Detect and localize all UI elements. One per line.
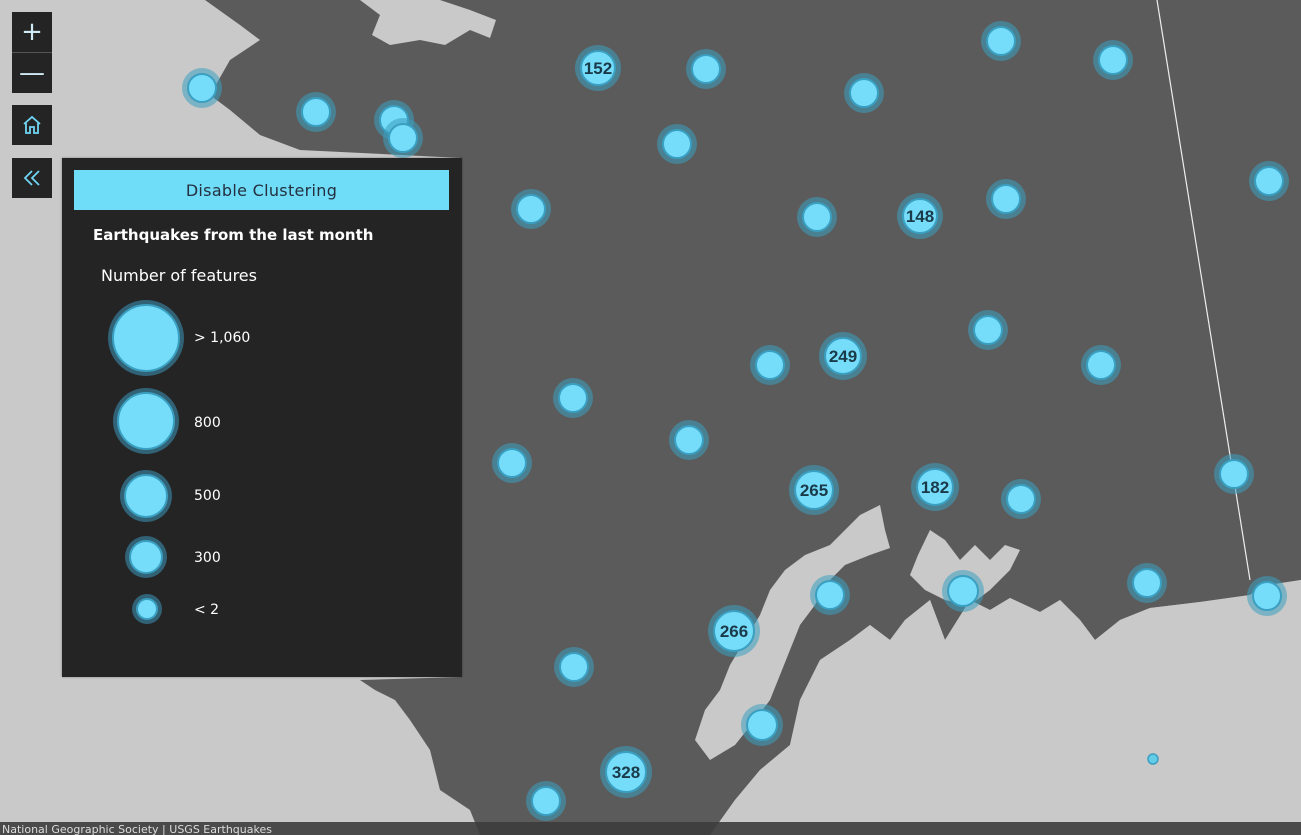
home-button[interactable] [12, 105, 52, 145]
cluster-marker[interactable] [1081, 345, 1121, 385]
legend-symbol-medium [124, 474, 168, 518]
cluster-marker[interactable] [981, 21, 1021, 61]
cluster-count-label: 148 [906, 207, 934, 226]
cluster-marker[interactable] [492, 443, 532, 483]
cluster-marker[interactable]: 182 [911, 463, 959, 511]
cluster-marker[interactable] [1127, 563, 1167, 603]
cluster-marker[interactable] [383, 118, 423, 158]
cluster-marker[interactable]: 266 [708, 605, 760, 657]
zoom-out-button[interactable]: — [12, 53, 52, 93]
cluster-marker[interactable]: 249 [819, 332, 867, 380]
zoom-in-button[interactable]: + [12, 12, 52, 52]
cluster-marker[interactable] [1247, 576, 1287, 616]
disable-clustering-button[interactable]: Disable Clustering [74, 170, 449, 210]
collapse-panel-button[interactable] [12, 158, 52, 198]
cluster-marker[interactable] [657, 124, 697, 164]
cluster-count-label: 182 [921, 478, 949, 497]
cluster-marker[interactable] [942, 570, 984, 612]
cluster-marker[interactable] [686, 49, 726, 89]
cluster-marker[interactable]: 265 [789, 465, 839, 515]
legend-symbol-largest [112, 304, 180, 372]
cluster-marker[interactable] [1249, 161, 1289, 201]
legend-label: > 1,060 [194, 330, 251, 346]
cluster-marker[interactable] [296, 92, 336, 132]
cluster-marker[interactable] [797, 197, 837, 237]
legend-symbol-smallest [136, 598, 158, 620]
cluster-marker[interactable] [1001, 479, 1041, 519]
cluster-marker[interactable] [986, 179, 1026, 219]
cluster-count-label: 265 [800, 481, 828, 500]
legend-symbol-large [117, 392, 175, 450]
cluster-marker[interactable] [1214, 454, 1254, 494]
cluster-count-label: 266 [720, 622, 748, 641]
cluster-marker[interactable] [968, 310, 1008, 350]
legend-heading: Number of features [101, 266, 257, 285]
cluster-marker[interactable] [669, 420, 709, 460]
cluster-marker[interactable]: 328 [600, 746, 652, 798]
home-icon [23, 115, 41, 134]
legend-label: 500 [194, 488, 221, 504]
cluster-marker[interactable]: 148 [897, 193, 943, 239]
cluster-marker[interactable] [844, 73, 884, 113]
legend-label: < 2 [194, 602, 220, 618]
legend-symbol-small [129, 540, 163, 574]
cluster-marker[interactable]: 152 [575, 45, 621, 91]
cluster-marker[interactable] [553, 378, 593, 418]
cluster-count-label: 249 [829, 347, 857, 366]
legend-panel: Disable Clustering Earthquakes from the … [62, 158, 462, 677]
cluster-marker[interactable] [554, 647, 594, 687]
cluster-marker[interactable] [750, 345, 790, 385]
layer-title: Earthquakes from the last month [93, 226, 374, 244]
cluster-marker[interactable] [511, 189, 551, 229]
legend-label: 800 [194, 415, 221, 431]
cluster-count-label: 152 [584, 59, 612, 78]
cluster-marker[interactable] [526, 781, 566, 821]
cluster-marker[interactable] [1093, 40, 1133, 80]
cluster-count-label: 328 [612, 763, 640, 782]
attribution: National Geographic Society | USGS Earth… [0, 822, 1301, 835]
cluster-marker[interactable] [741, 704, 783, 746]
chevron-double-left-icon [23, 170, 40, 186]
legend-label: 300 [194, 550, 221, 566]
cluster-marker[interactable] [182, 68, 222, 108]
cluster-marker[interactable] [810, 575, 850, 615]
